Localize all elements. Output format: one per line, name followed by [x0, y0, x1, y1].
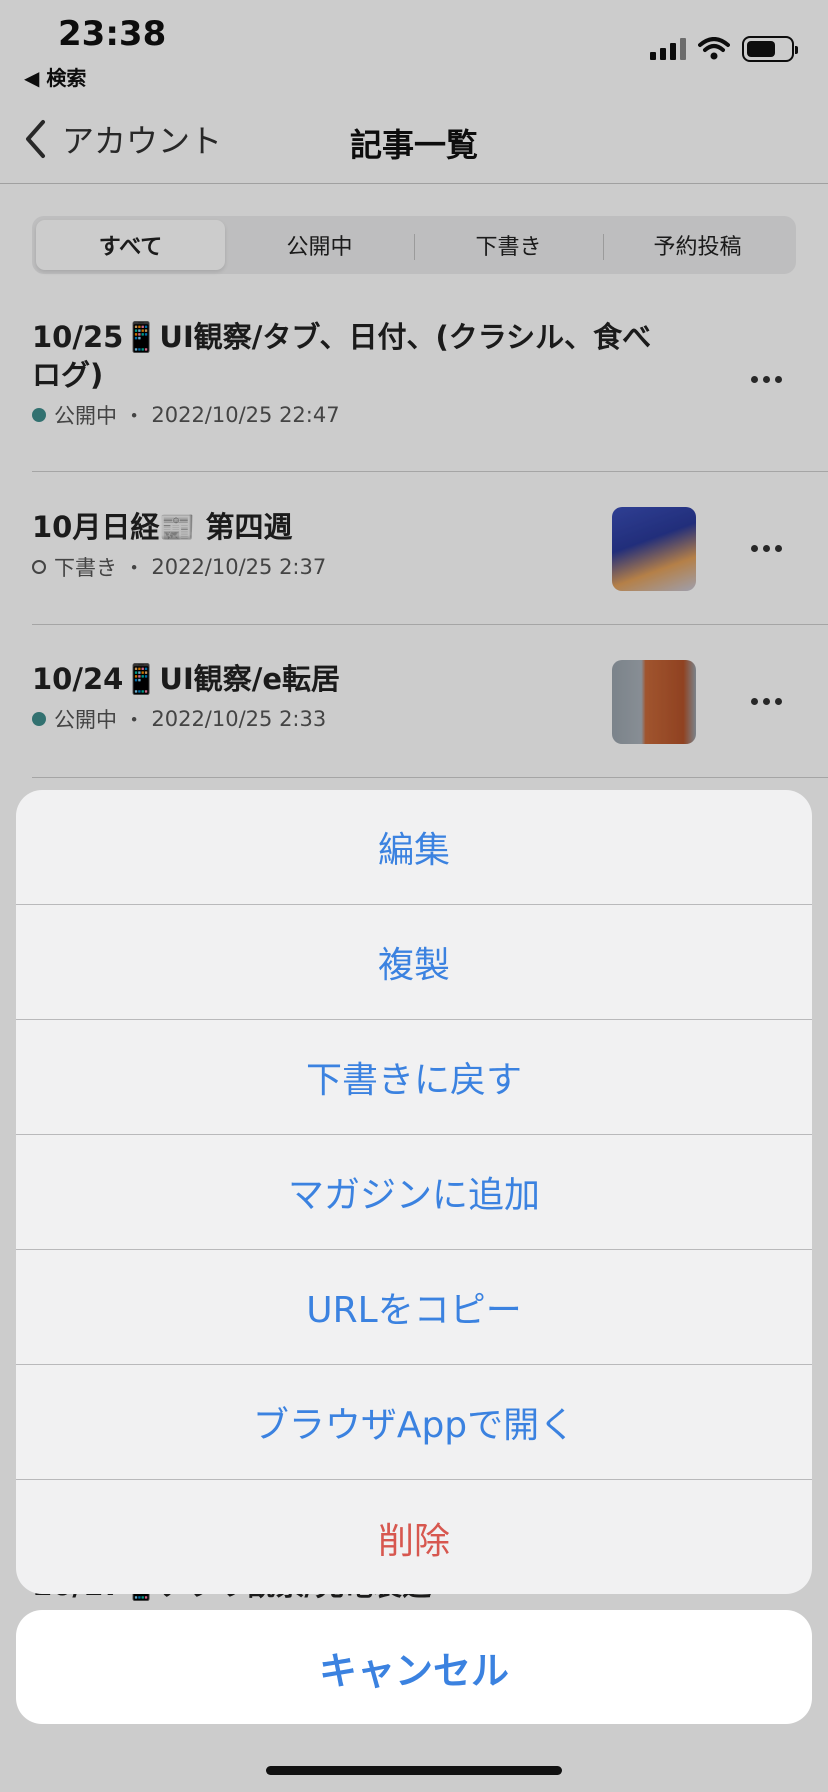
revert-to-draft-button[interactable]: 下書きに戻す — [16, 1020, 812, 1135]
copy-url-button[interactable]: URLをコピー — [16, 1250, 812, 1365]
add-to-magazine-button[interactable]: マガジンに追加 — [16, 1135, 812, 1250]
action-sheet: 編集 複製 下書きに戻す マガジンに追加 URLをコピー ブラウザAppで開く … — [16, 790, 812, 1594]
home-indicator[interactable] — [266, 1766, 562, 1775]
cancel-button[interactable]: キャンセル — [16, 1610, 812, 1724]
delete-button[interactable]: 削除 — [16, 1480, 812, 1594]
edit-button[interactable]: 編集 — [16, 790, 812, 905]
duplicate-button[interactable]: 複製 — [16, 905, 812, 1020]
screen: 23:38 ◀ 検索 アカウント 記事一覧 すべて 公開中 下書き 予約投稿 1… — [0, 0, 828, 1792]
open-in-browser-button[interactable]: ブラウザAppで開く — [16, 1365, 812, 1480]
